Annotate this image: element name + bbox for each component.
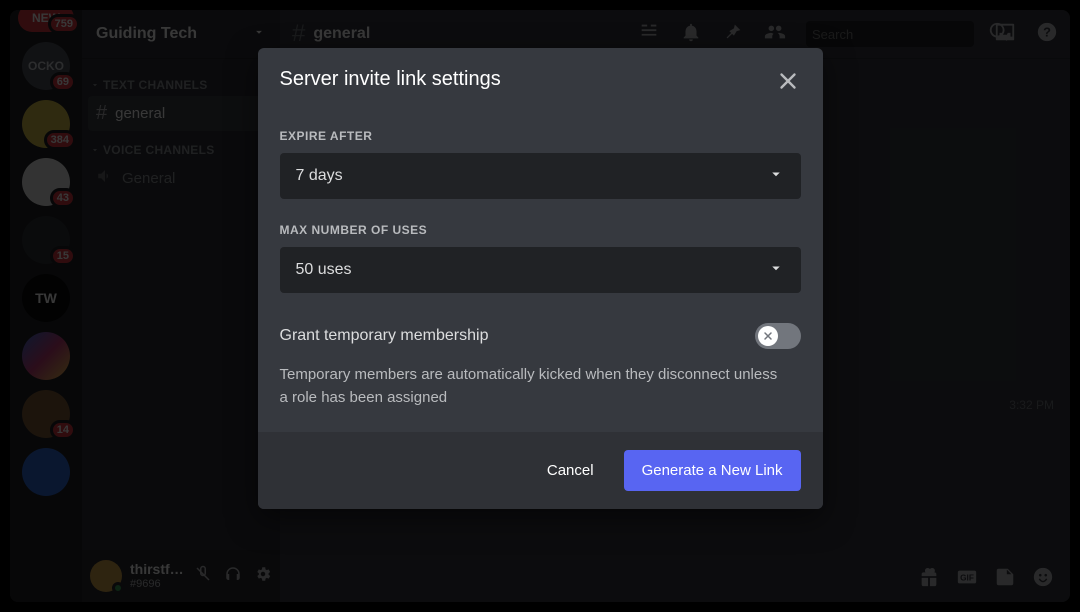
- expire-label: EXPIRE AFTER: [280, 129, 801, 143]
- uses-value: 50 uses: [296, 261, 352, 279]
- expire-value: 7 days: [296, 167, 343, 185]
- uses-select[interactable]: 50 uses: [280, 247, 801, 293]
- temp-membership-label: Grant temporary membership: [280, 327, 489, 345]
- chevron-down-icon: [767, 165, 785, 188]
- expire-select[interactable]: 7 days: [280, 153, 801, 199]
- temp-membership-toggle[interactable]: [755, 323, 801, 349]
- cancel-button[interactable]: Cancel: [533, 452, 608, 489]
- uses-label: MAX NUMBER OF USES: [280, 223, 801, 237]
- modal-title: Server invite link settings: [280, 68, 501, 91]
- invite-settings-modal: Server invite link settings EXPIRE AFTER…: [258, 48, 823, 509]
- temp-membership-help: Temporary members are automatically kick…: [280, 363, 780, 410]
- generate-link-button[interactable]: Generate a New Link: [624, 450, 801, 491]
- modal-overlay: Server invite link settings EXPIRE AFTER…: [0, 0, 1080, 612]
- toggle-knob-icon: [758, 326, 778, 346]
- close-button[interactable]: [775, 68, 801, 95]
- chevron-down-icon: [767, 259, 785, 282]
